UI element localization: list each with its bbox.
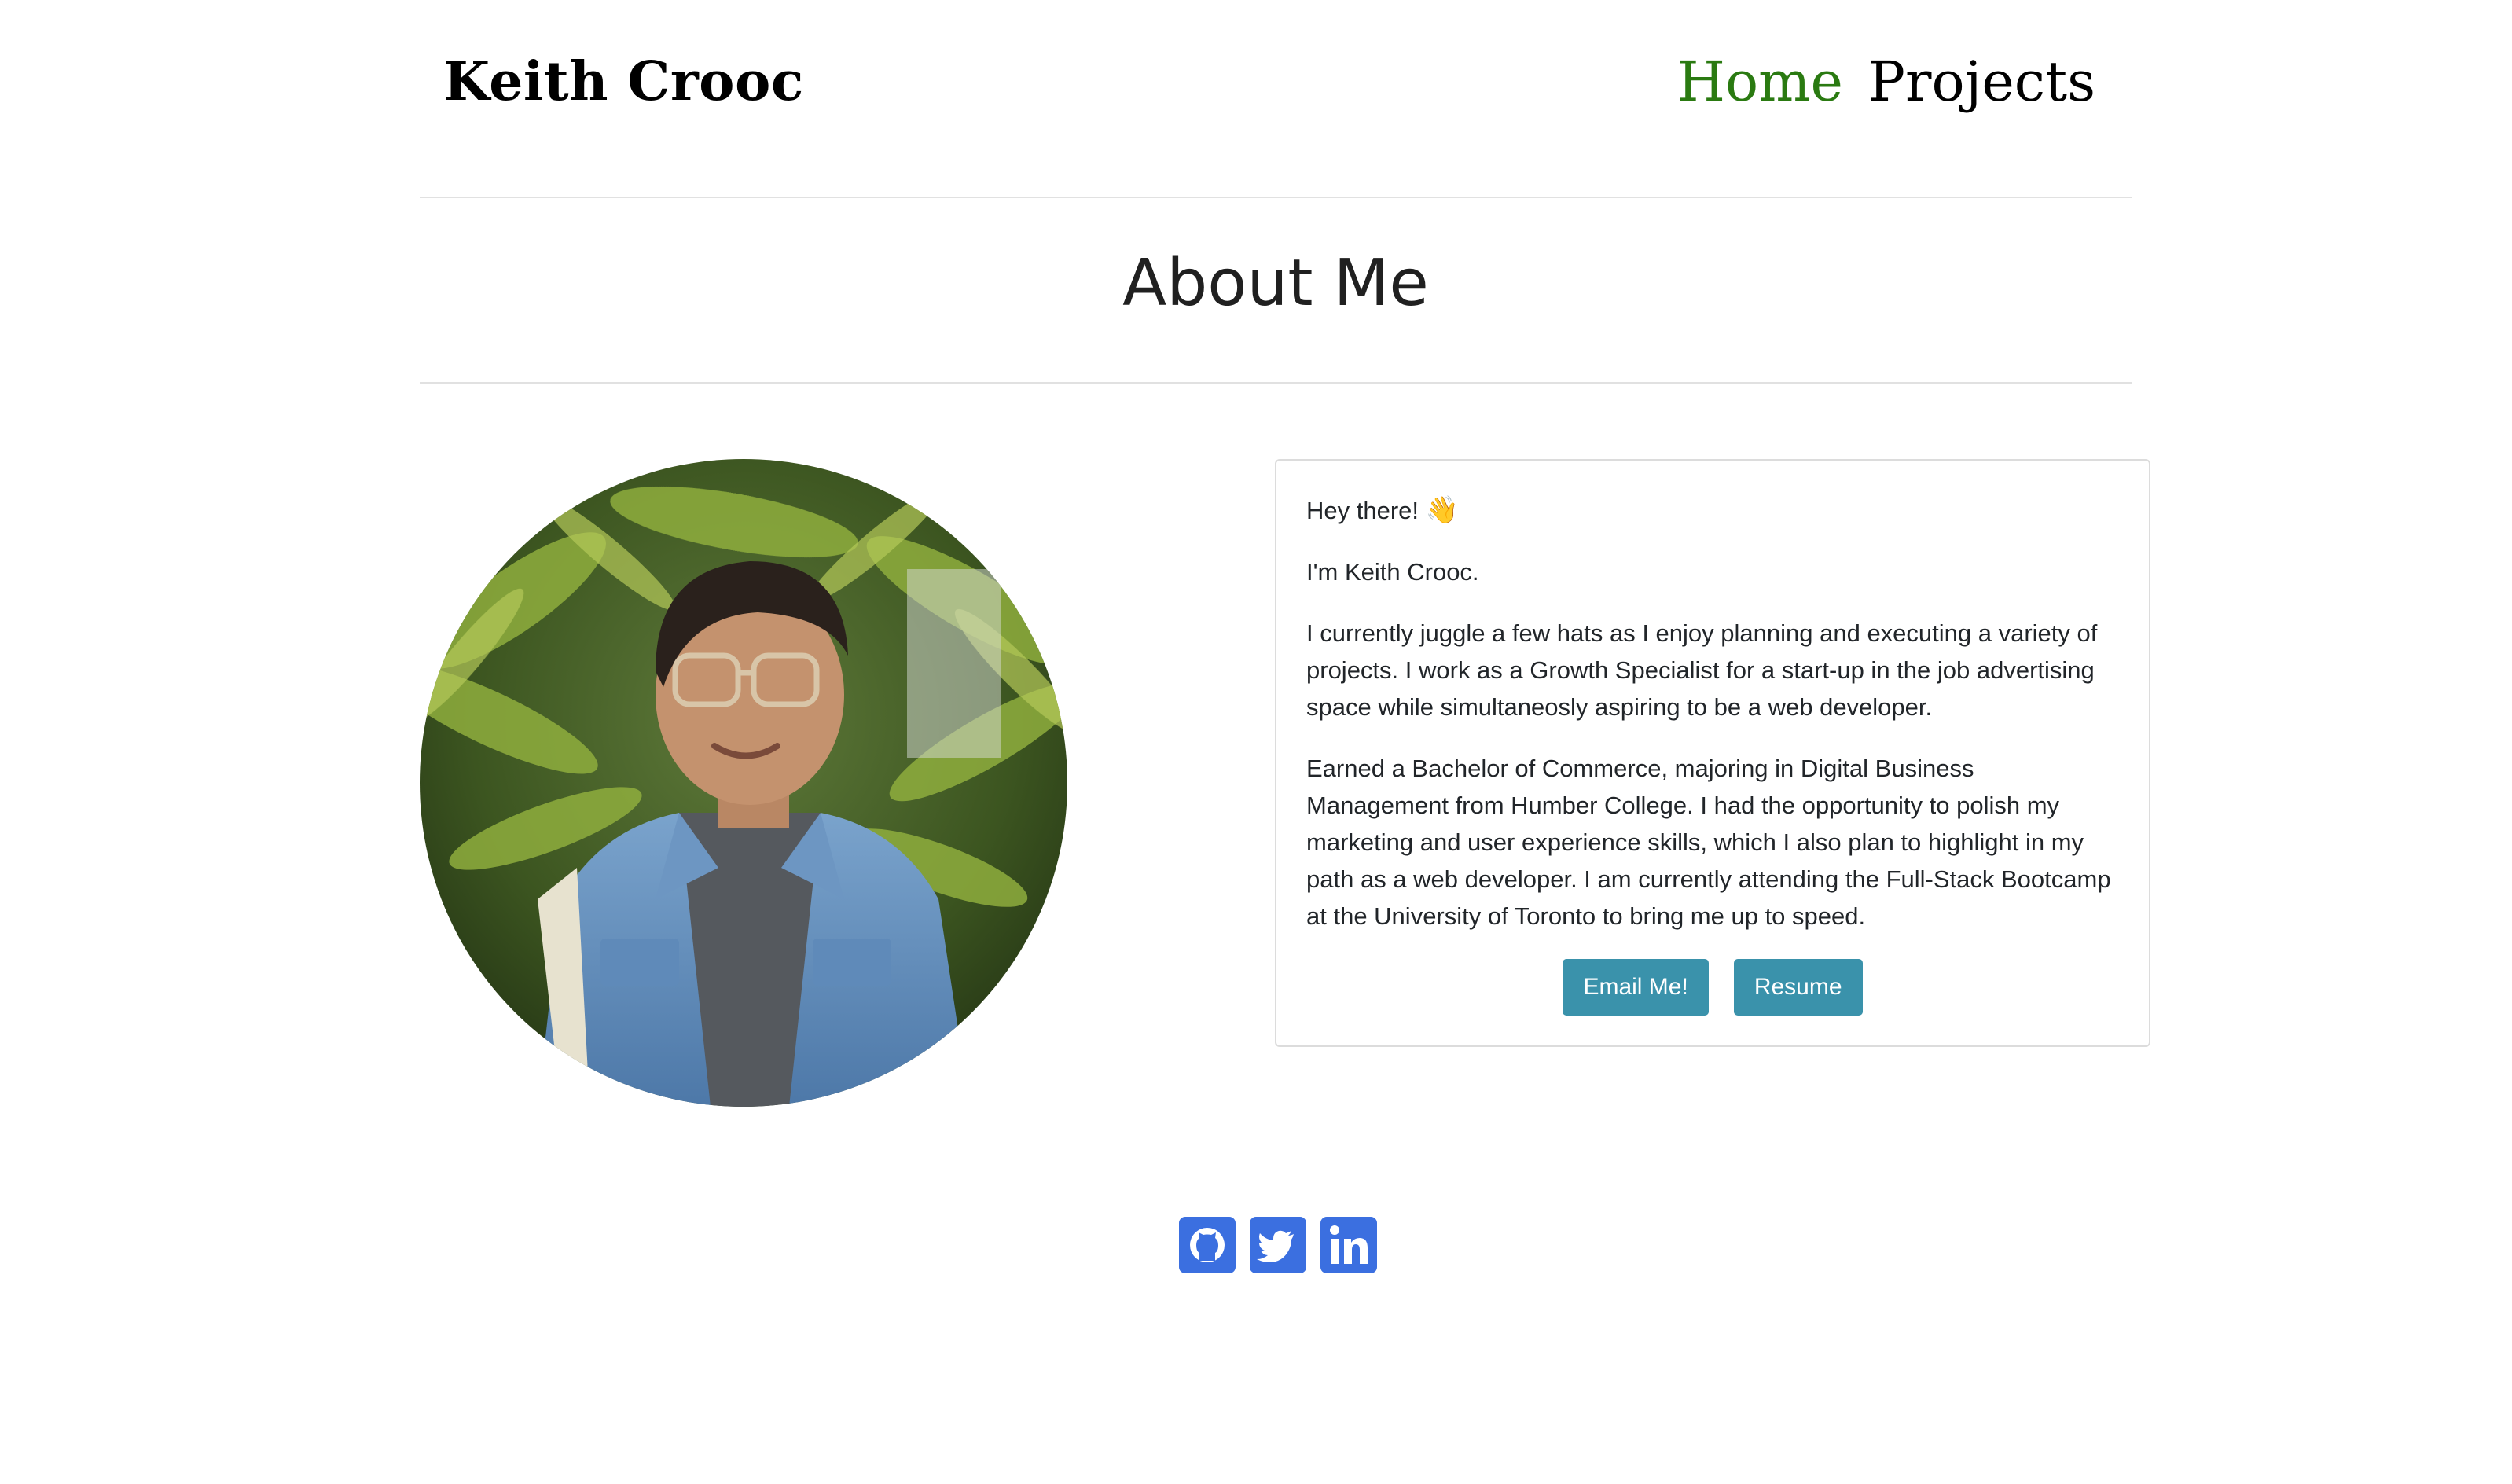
twitter-link[interactable] <box>1250 1217 1306 1273</box>
intro-text: I'm Keith Crooc. <box>1306 558 1479 586</box>
linkedin-link[interactable] <box>1320 1217 1377 1273</box>
greeting-text: Hey there! <box>1306 497 1419 524</box>
bio-paragraph-2: Earned a Bachelor of Commerce, majoring … <box>1306 755 2111 930</box>
waving-hand-icon: 👋 <box>1425 495 1459 525</box>
card-actions: Email Me! Resume <box>1306 959 2119 1016</box>
site-brand[interactable]: Keith Crooc <box>443 46 804 118</box>
nav-home-link[interactable]: Home <box>1677 46 1843 118</box>
bio-paragraph-1: I currently juggle a few hats as I enjoy… <box>1306 619 2098 721</box>
resume-button[interactable]: Resume <box>1733 959 1863 1016</box>
github-icon <box>1179 1217 1236 1273</box>
social-links <box>1179 1217 1377 1273</box>
header-divider <box>420 197 2132 198</box>
title-divider <box>420 382 2132 384</box>
twitter-icon <box>1250 1217 1306 1273</box>
greeting-line: Hey there! 👋 <box>1306 492 2119 529</box>
page-title: About Me <box>1122 246 1429 321</box>
email-me-button[interactable]: Email Me! <box>1563 959 1709 1016</box>
portrait-illustration <box>420 459 1067 1107</box>
github-link[interactable] <box>1179 1217 1236 1273</box>
main-nav: Home Projects <box>1677 46 2095 118</box>
linkedin-icon <box>1320 1217 1377 1273</box>
about-card: Hey there! 👋 I'm Keith Crooc. I currentl… <box>1275 459 2150 1047</box>
portrait-photo <box>420 459 1067 1107</box>
nav-projects-link[interactable]: Projects <box>1868 46 2095 118</box>
